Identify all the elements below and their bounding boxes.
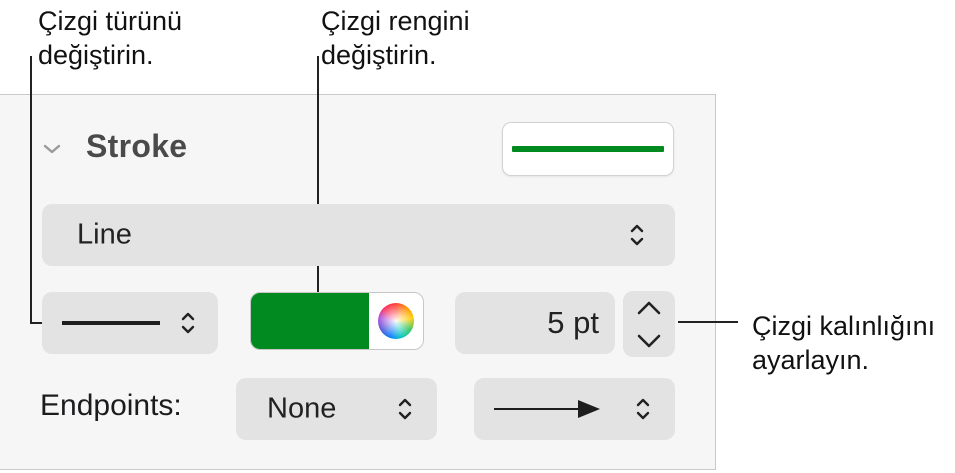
chevron-up-icon [637, 301, 661, 315]
stroke-color-well[interactable] [250, 292, 424, 350]
chevron-down-icon[interactable] [40, 137, 64, 161]
arrow-right-icon [494, 400, 600, 418]
stroke-preview-line [512, 146, 664, 152]
stroke-inspector-figure: Çizgi türünü değiştirin. Çizgi rengini d… [0, 0, 955, 473]
stepper-up-button[interactable] [623, 291, 675, 324]
updown-chevron-icon [181, 312, 195, 334]
stroke-style-popup[interactable]: Line [42, 204, 675, 266]
solid-line-sample-icon [62, 321, 160, 325]
updown-chevron-icon [398, 398, 412, 420]
leader-line-type [30, 56, 32, 324]
leader-line-width [678, 321, 738, 323]
stepper-down-button[interactable] [623, 324, 675, 357]
updown-chevron-icon [636, 398, 650, 420]
endpoints-label: Endpoints: [40, 389, 182, 422]
stroke-width-value: 5 pt [547, 305, 599, 340]
color-swatch[interactable] [251, 293, 369, 349]
start-endpoint-value: None [267, 392, 337, 425]
line-type-popup[interactable] [42, 292, 218, 354]
stroke-width-field[interactable]: 5 pt [455, 292, 615, 354]
start-endpoint-popup[interactable]: None [236, 378, 437, 440]
callout-line-type: Çizgi türünü değiştirin. [38, 6, 183, 70]
chevron-down-icon [637, 334, 661, 348]
end-endpoint-popup[interactable] [474, 378, 675, 440]
stroke-section-title: Stroke [86, 128, 188, 164]
updown-chevron-icon [630, 224, 644, 246]
stroke-preview-button[interactable] [502, 122, 674, 176]
stroke-width-stepper[interactable] [623, 291, 675, 357]
callout-line-color: Çizgi rengini değiştirin. [321, 6, 470, 70]
callout-line-width: Çizgi kalınlığını ayarlayın. [752, 311, 936, 375]
color-wheel-icon[interactable] [378, 303, 414, 339]
stroke-style-value: Line [77, 218, 132, 251]
